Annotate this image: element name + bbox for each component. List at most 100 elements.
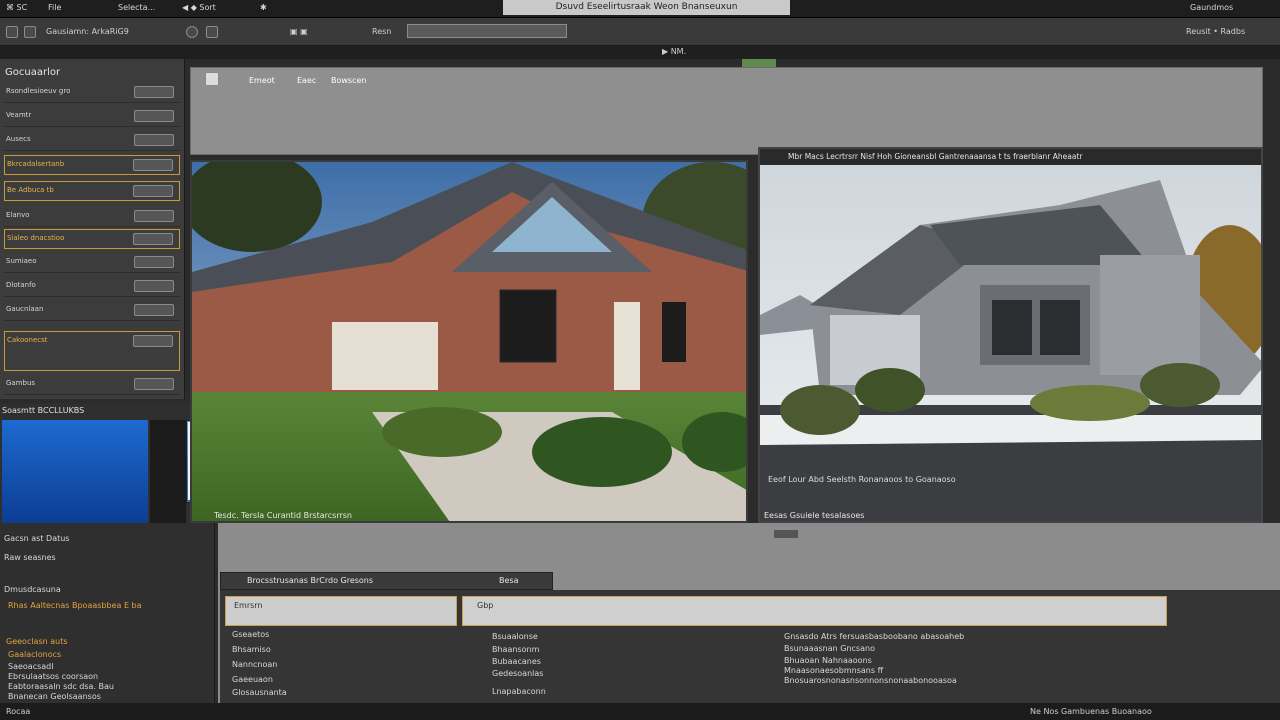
list-item[interactable]: Eabtoraasaln sdc dsa. Bau xyxy=(8,682,114,691)
panel-row[interactable]: Cakoonecst xyxy=(4,331,180,371)
panel-row[interactable]: Elanvo xyxy=(4,207,180,227)
grid-icon[interactable] xyxy=(206,26,218,38)
description-field-value: Gbp xyxy=(477,601,494,610)
panel-row[interactable]: Rsondlesioeuv gro xyxy=(4,83,180,103)
document-icon[interactable] xyxy=(205,72,219,86)
thumbnail-icon xyxy=(134,280,174,292)
list-item[interactable]: Rhas Aaltecnas Bpoaasbbea E ba xyxy=(8,601,142,610)
thumbnail-icon xyxy=(134,110,174,122)
menu-item-star[interactable]: ✱ xyxy=(260,3,267,12)
camera-icon[interactable] xyxy=(186,26,198,38)
status-indicator xyxy=(742,59,776,67)
menu-item-sort[interactable]: ◀ ◆ Sort xyxy=(182,3,216,12)
list-item[interactable]: Glosausnanta xyxy=(232,688,287,697)
toolbar-left-label: Gausiamn: ArkaRiG9 xyxy=(46,27,129,36)
lower-tab-bar[interactable]: Brocsstrusanas BrCrdo Gresons Besa xyxy=(220,572,553,590)
thumbnail-icon xyxy=(134,378,174,390)
toolbar-mid-2[interactable]: Resn xyxy=(372,27,391,36)
panel-row[interactable]: Veamtr xyxy=(4,107,180,127)
status-bar: Rocaa Ne Nos Gambuenas Buoanaoo xyxy=(0,703,1280,720)
thumbnail-icon xyxy=(134,304,174,316)
work-area-label-1: Emeot xyxy=(249,76,275,85)
list-item[interactable]: Saeoacsadl xyxy=(8,662,53,671)
thumbnail-icon xyxy=(133,159,173,171)
work-area-label-3: Bowscen xyxy=(331,76,367,85)
modern-house-render xyxy=(760,165,1261,521)
menu-bar: ⌘ SC File Selecta... ◀ ◆ Sort ✱ Dsuvd Es… xyxy=(0,0,1280,18)
thumbnail-icon xyxy=(134,134,174,146)
panel-row[interactable]: Dlotanfo xyxy=(4,277,180,297)
name-field[interactable]: Emrsrn xyxy=(225,596,457,626)
list-item[interactable]: Bsunaaasnan Gncsano xyxy=(784,644,875,653)
panel-row[interactable]: Gaucnlaan xyxy=(4,301,180,321)
panel-row-label: Bkrcadalsertanb xyxy=(7,160,65,168)
panel-row-label: Gaucnlaan xyxy=(6,305,44,313)
list-item[interactable]: Bsuaalonse xyxy=(492,632,538,641)
list-item[interactable]: Gseaetos xyxy=(232,630,269,639)
lower-tab-right: Besa xyxy=(499,576,519,585)
panel-row-label: Sialeo dnacstioo xyxy=(7,234,65,242)
list-item[interactable]: Bubaacanes xyxy=(492,657,541,666)
toolbar-right-label: Reusit • Radbs xyxy=(1186,27,1246,36)
menu-item-home[interactable]: ⌘ SC xyxy=(6,3,27,12)
menu-item-file[interactable]: File xyxy=(48,3,61,12)
menu-item-select[interactable]: Selecta... xyxy=(118,3,155,12)
list-item[interactable]: Lnapabaconn xyxy=(492,687,546,696)
list-item[interactable]: Gedesoanlas xyxy=(492,669,543,678)
panel-row-label: Be Adbuca tb xyxy=(7,186,54,194)
list-item[interactable]: Geeoclasn auts xyxy=(6,637,68,646)
list-item[interactable]: Bhsamiso xyxy=(232,645,271,654)
list-item[interactable]: Bhaansonm xyxy=(492,645,539,654)
work-area-label-2: Eaec xyxy=(297,76,317,85)
window-title: Dsuvd Eseelirtusraak Weon Bnanseuxun xyxy=(503,0,790,15)
panel-row[interactable]: Be Adbuca tb xyxy=(4,181,180,201)
render-viewport-right[interactable]: Mbr Macs Lecrtrsrr Nisf Hoh Gioneansbl G… xyxy=(758,147,1263,523)
save-icon[interactable] xyxy=(6,26,18,38)
panel-row-label: Gambus xyxy=(6,379,36,387)
viewport-right-footer: Eesas Gsuiele tesalasoes xyxy=(764,511,865,520)
list-item[interactable]: Bnosuarosnonasnsonnonsnonaabonooasoa xyxy=(784,676,957,685)
left-panel: Gocuaarlor Rsondlesioeuv gro Veamtr Ause… xyxy=(0,59,185,399)
name-field-value: Emrsrn xyxy=(234,601,263,610)
search-input[interactable] xyxy=(407,24,567,38)
panel-row-selected[interactable]: Bkrcadalsertanb xyxy=(4,155,180,175)
list-item[interactable]: Gacsn ast Datus xyxy=(4,534,69,543)
lower-tab-label: Brocsstrusanas BrCrdo Gresons xyxy=(247,576,374,585)
thumbnail-icon xyxy=(134,256,174,268)
thumbnail-strip[interactable] xyxy=(150,420,186,523)
left-bottom-header: Soasmtt BCCLLUKBS xyxy=(2,406,85,415)
undo-icon[interactable] xyxy=(24,26,36,38)
viewport-left-caption: Tesdc. Tersla Curantid Brstarcsrrsn xyxy=(214,511,352,520)
panel-row-label: Veamtr xyxy=(6,111,32,119)
description-field[interactable]: Gbp xyxy=(462,596,1167,626)
thumbnail-icon xyxy=(134,210,174,222)
list-item[interactable]: Mnaasonaesobmnsans ff xyxy=(784,666,883,675)
desktop-thumbnail[interactable] xyxy=(2,420,148,523)
list-item[interactable]: Ebrsulaatsos coorsaon xyxy=(8,672,98,681)
list-item[interactable]: Bhuaoan Nahnaaoons xyxy=(784,656,872,665)
panel-row-label: Sumiaeo xyxy=(6,257,37,265)
panel-row[interactable]: Gambus xyxy=(4,375,180,395)
list-item[interactable]: Dmusdcasuna xyxy=(4,585,61,594)
list-item[interactable]: Nanncnoan xyxy=(232,660,277,669)
thumbnail-icon xyxy=(134,86,174,98)
list-item[interactable]: Gaalaclonocs xyxy=(8,650,61,659)
list-item[interactable]: Gnsasdo Atrs fersuasbasboobano abasoaheb xyxy=(784,632,964,641)
panel-row[interactable]: Sialeo dnacstioo xyxy=(4,229,180,249)
panel-row-label: Elanvo xyxy=(6,211,30,219)
status-right: Ne Nos Gambuenas Buoanaoo xyxy=(1030,707,1152,716)
viewport-right-caption: Eeof Lour Abd Seelsth Ronanaoos to Goana… xyxy=(768,475,956,484)
panel-row-label: Rsondlesioeuv gro xyxy=(6,87,71,95)
render-viewport-left[interactable]: Tesdc. Tersla Curantid Brstarcsrrsn xyxy=(190,160,748,523)
toolbar-mid-1[interactable]: ▣ ▣ xyxy=(290,27,308,36)
list-item[interactable]: Gaeeuaon xyxy=(232,675,273,684)
list-item[interactable]: Raw seasnes xyxy=(4,553,56,562)
panel-row-label: Dlotanfo xyxy=(6,281,36,289)
menu-right-text[interactable]: Gaundmos xyxy=(1190,3,1233,12)
panel-row[interactable]: Ausecs xyxy=(4,131,180,151)
splitter-handle[interactable] xyxy=(774,530,798,538)
thumbnail-icon xyxy=(133,233,173,245)
list-item[interactable]: Bnanecan Geolsaansos xyxy=(8,692,101,701)
brick-house-render xyxy=(192,162,746,521)
panel-row[interactable]: Sumiaeo xyxy=(4,253,180,273)
